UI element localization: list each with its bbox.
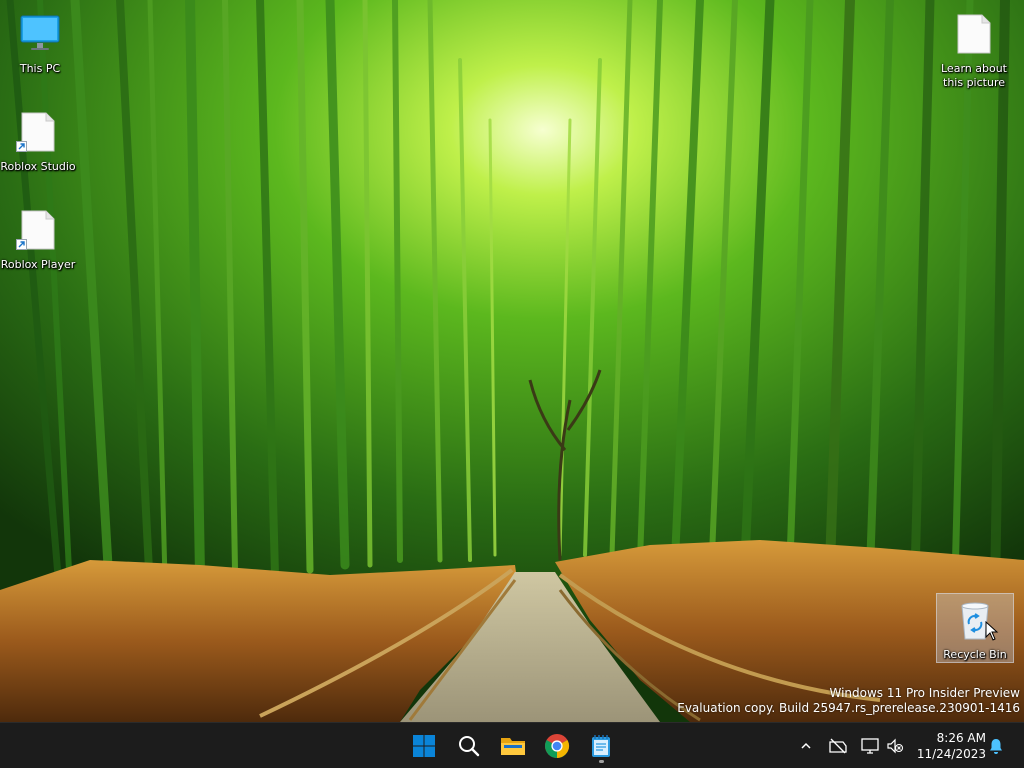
- desktop-icon-recycle-bin[interactable]: Recycle Bin: [936, 593, 1014, 663]
- blank-file-icon: [952, 12, 996, 56]
- desktop-icon-roblox-player[interactable]: Roblox Player: [0, 200, 76, 276]
- desktop-icon-this-pc[interactable]: This PC: [2, 4, 78, 80]
- show-hidden-icons-button[interactable]: [795, 735, 817, 757]
- desktop-icon-label: Roblox Studio: [0, 160, 76, 173]
- clock-date: 11/24/2023: [916, 747, 986, 761]
- watermark-build: Evaluation copy. Build 25947.rs_prerelea…: [677, 701, 1020, 715]
- mouse-cursor-icon: [985, 621, 999, 641]
- desktop-icon-label: Recycle Bin: [943, 648, 1007, 661]
- network-offline-icon: [829, 738, 847, 754]
- start-button[interactable]: [406, 728, 442, 764]
- monitor-icon: [18, 12, 62, 56]
- search-icon: [459, 736, 480, 757]
- shortcut-arrow-icon: [16, 239, 27, 250]
- blank-file-icon: [16, 208, 60, 252]
- notification-bell-icon: [990, 739, 1002, 754]
- desktop-wallpaper: [0, 0, 1024, 722]
- chevron-up-icon: [801, 742, 811, 749]
- search-button[interactable]: [451, 728, 487, 764]
- chrome-button[interactable]: [539, 728, 575, 764]
- watermark-edition: Windows 11 Pro Insider Preview: [829, 686, 1020, 700]
- windows-logo-icon: [413, 735, 435, 757]
- chrome-icon: [545, 734, 570, 758]
- desktop-icon-roblox-studio[interactable]: Roblox Studio: [0, 102, 76, 178]
- notepad-button[interactable]: [583, 728, 619, 764]
- system-clock[interactable]: 8:26 AM 11/24/2023: [912, 730, 986, 762]
- desktop-icon-label: Learn about this picture: [941, 62, 1007, 89]
- volume-button[interactable]: [884, 735, 906, 757]
- network-status-button[interactable]: [827, 735, 849, 757]
- taskbar: 8:26 AM 11/24/2023: [0, 722, 1024, 768]
- desktop-icon-label: This PC: [19, 62, 61, 75]
- clock-time: 8:26 AM: [936, 731, 986, 745]
- volume-muted-icon: [887, 738, 904, 754]
- notepad-icon: [592, 735, 610, 757]
- folder-icon: [501, 738, 525, 755]
- desktop-icon-learn-about-this-picture[interactable]: Learn about this picture: [936, 4, 1012, 92]
- windows-build-watermark: Windows 11 Pro Insider Preview Evaluatio…: [677, 686, 1020, 716]
- desktop-icon-label: Roblox Player: [0, 258, 76, 271]
- display-icon: [861, 738, 879, 754]
- file-explorer-button[interactable]: [495, 728, 531, 764]
- blank-file-icon: [16, 110, 60, 154]
- notifications-button[interactable]: [985, 735, 1007, 757]
- shortcut-arrow-icon: [16, 141, 27, 152]
- running-indicator: [599, 760, 604, 763]
- display-status-button[interactable]: [859, 735, 881, 757]
